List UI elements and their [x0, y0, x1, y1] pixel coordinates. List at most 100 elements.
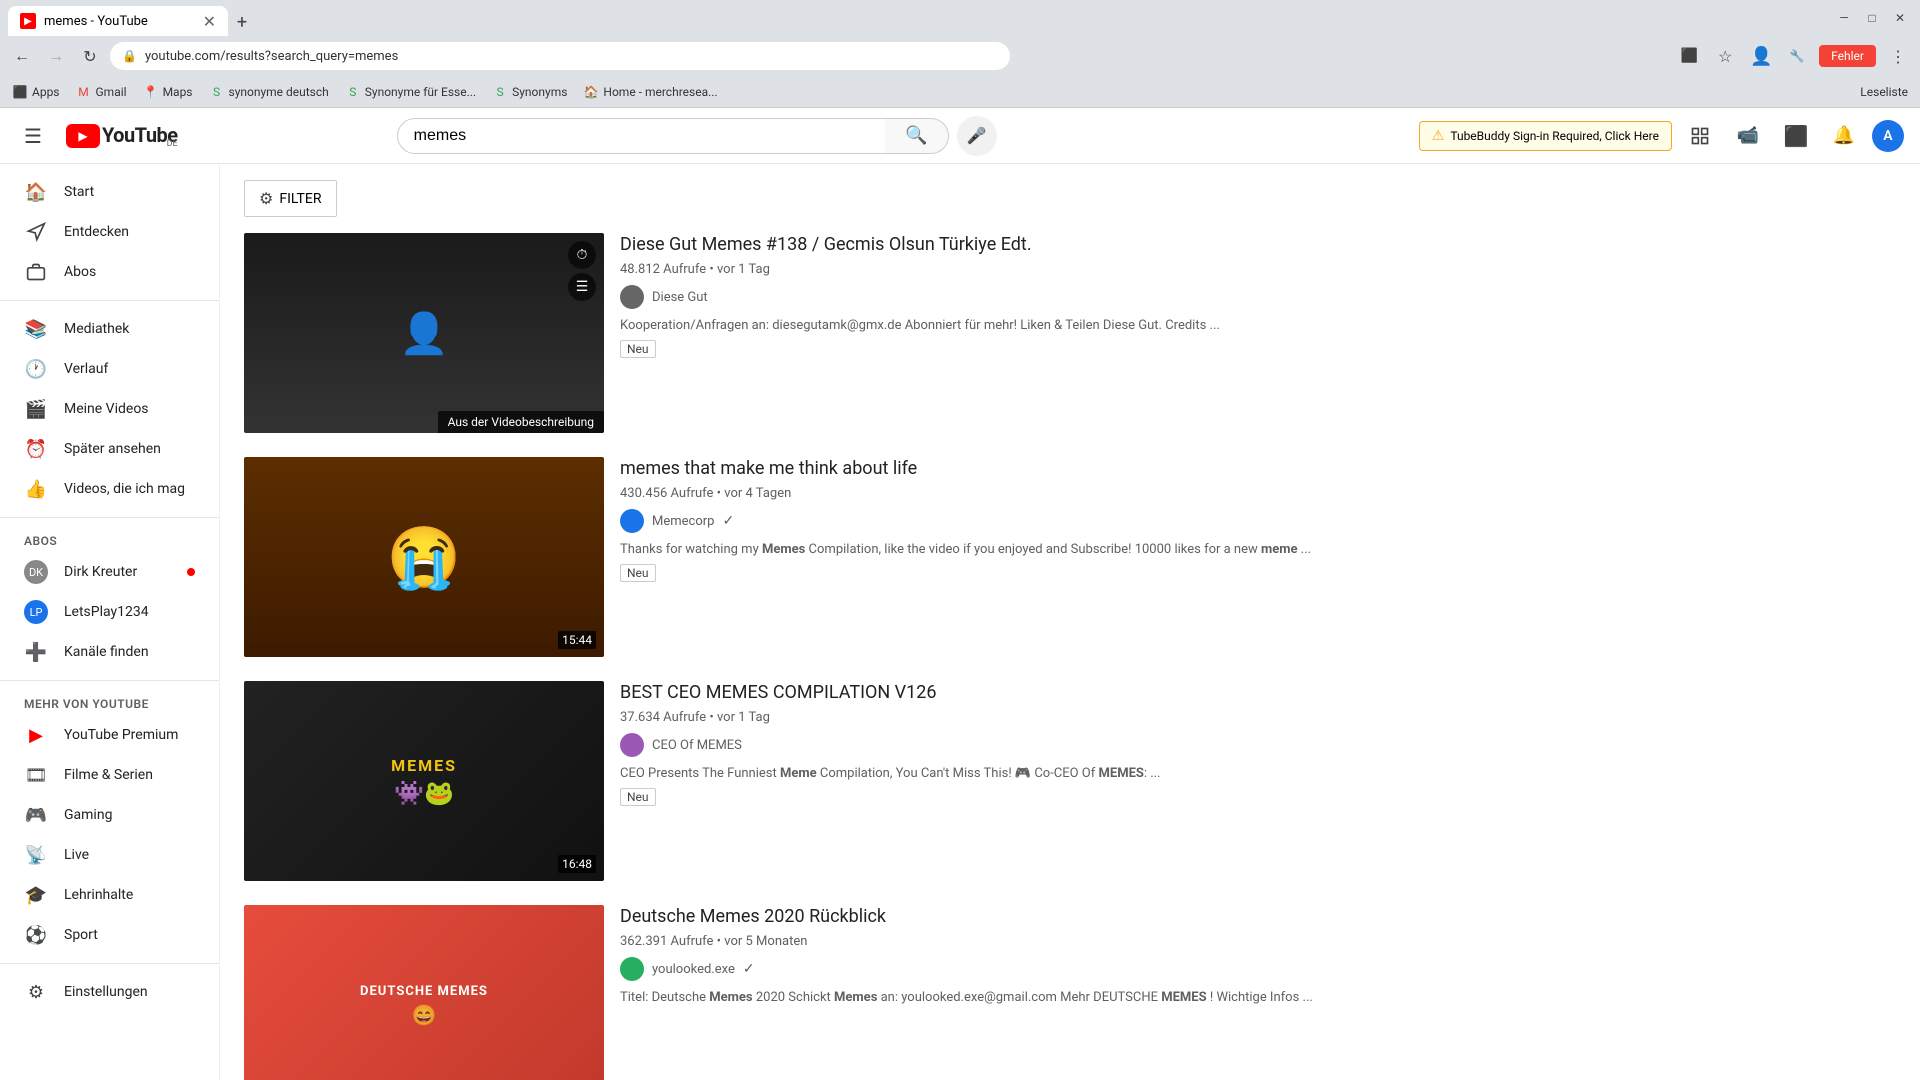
result-thumbnail-3[interactable]: MEMES 👾🐸 16:48	[244, 681, 604, 881]
verified-icon-2: ✓	[722, 513, 734, 529]
extensions-btn[interactable]: ⬛	[1675, 42, 1703, 70]
sidebar-sport-label: Sport	[64, 927, 98, 943]
profile-btn[interactable]: 👤	[1747, 42, 1775, 70]
sidebar-item-entdecken[interactable]: Entdecken	[0, 212, 219, 252]
url-bar[interactable]: 🔒 youtube.com/results?search_query=memes	[110, 42, 1010, 70]
channel-avatar-4	[620, 957, 644, 981]
result-title-4[interactable]: Deutsche Memes 2020 Rückblick	[620, 905, 1896, 928]
error-btn[interactable]: Fehler	[1819, 45, 1876, 67]
apps-icon: ⬛	[12, 84, 28, 100]
sidebar-item-liked[interactable]: 👍 Videos, die ich mag	[0, 469, 219, 509]
result-info-3: BEST CEO MEMES COMPILATION V126 37.634 A…	[620, 681, 1896, 881]
bell-icon: 🔔	[1833, 125, 1855, 146]
result-channel-4[interactable]: youlooked.exe ✓	[620, 957, 1896, 981]
bookmark-apps[interactable]: ⬛ Apps	[12, 84, 60, 100]
search-result-3: MEMES 👾🐸 16:48 BEST CEO MEMES COMPILATIO…	[244, 681, 1896, 881]
sidebar-item-spaeter[interactable]: ⏰ Später ansehen	[0, 429, 219, 469]
bookmark-maps[interactable]: 📍 Maps	[143, 84, 193, 100]
sidebar-main-section: 🏠 Start Entdecken Abos	[0, 172, 219, 292]
tudebuddy-warning-icon: ⚠	[1432, 128, 1445, 144]
new-tab-btn[interactable]: +	[228, 8, 256, 36]
result-badge-1: Neu	[620, 340, 656, 358]
sidebar-item-gaming[interactable]: 🎮 Gaming	[0, 795, 219, 835]
tudebuddy-btn[interactable]: ⚠ TubeBuddy Sign-in Required, Click Here	[1419, 121, 1672, 151]
sidebar-item-sport[interactable]: ⚽ Sport	[0, 915, 219, 955]
result-title-3[interactable]: BEST CEO MEMES COMPILATION V126	[620, 681, 1896, 704]
search-result-4: DEUTSCHE MEMES 😄 Deutsche Memes 2020 Rüc…	[244, 905, 1896, 1080]
maximize-btn[interactable]: □	[1860, 6, 1884, 30]
voice-search-btn[interactable]: 🎤	[957, 116, 997, 156]
video-camera-icon: 📹	[1737, 125, 1759, 146]
thumb-duration-3: 16:48	[558, 855, 596, 873]
result-channel-1[interactable]: Diese Gut	[620, 285, 1896, 309]
result-thumbnail-4[interactable]: DEUTSCHE MEMES 😄	[244, 905, 604, 1080]
account-avatar[interactable]: A	[1872, 120, 1904, 152]
bookmark-synonyme2[interactable]: S Synonyme für Esse...	[345, 84, 476, 100]
sidebar-subscription-letsplay[interactable]: LP LetsPlay1234	[0, 592, 219, 632]
menu-btn[interactable]: ⋮	[1884, 42, 1912, 70]
sidebar-lehrinhalte-label: Lehrinhalte	[64, 887, 133, 903]
yt-extension-btn[interactable]: 🔧	[1783, 42, 1811, 70]
result-time-4: vor 5 Monaten	[724, 934, 807, 949]
sidebar-subscription-dirk[interactable]: DK Dirk Kreuter	[0, 552, 219, 592]
vidbeschreibung-btn[interactable]: Aus der Videobeschreibung	[438, 411, 604, 433]
close-btn[interactable]: ✕	[1888, 6, 1912, 30]
bookmark-synonyms[interactable]: S Synonyms	[492, 84, 567, 100]
education-icon: 🎓	[24, 883, 48, 907]
sidebar-verlauf-label: Verlauf	[64, 361, 108, 377]
search-btn[interactable]: 🔍	[885, 118, 949, 154]
sidebar-item-yt-premium[interactable]: ▶ YouTube Premium	[0, 715, 219, 755]
sidebar-item-filme[interactable]: 🎞 Filme & Serien	[0, 755, 219, 795]
sidebar-toggle-btn[interactable]: ☰	[16, 116, 50, 156]
result-channel-3[interactable]: CEO Of MEMES	[620, 733, 1896, 757]
result-desc-3: CEO Presents The Funniest Meme Compilati…	[620, 765, 1896, 783]
filter-label: FILTER	[279, 191, 321, 207]
tab-close-btn[interactable]: ✕	[203, 12, 216, 31]
yt-logo[interactable]: YouTube DE	[66, 123, 178, 149]
bookmark-synonyme-label: synonyme deutsch	[229, 85, 329, 99]
bookmark-home[interactable]: 🏠 Home - merchresea...	[583, 84, 717, 100]
synonyme-icon: S	[209, 84, 225, 100]
bookmark-gmail[interactable]: M Gmail	[76, 84, 127, 100]
create-video-btn[interactable]: 📹	[1728, 116, 1768, 156]
sidebar-item-einstellungen[interactable]: ⚙ Einstellungen	[0, 972, 219, 1012]
letsplay-avatar: LP	[24, 600, 48, 624]
bookmark-synonyme[interactable]: S synonyme deutsch	[209, 84, 329, 100]
sidebar-item-meine-videos[interactable]: 🎬 Meine Videos	[0, 389, 219, 429]
leselist-btn[interactable]: Leseliste	[1860, 85, 1908, 99]
result-channel-2[interactable]: Memecorp ✓	[620, 509, 1896, 533]
mehr-title: MEHR VON YOUTUBE	[0, 689, 219, 715]
thumb-menu-btn-1[interactable]: ☰	[568, 273, 596, 301]
sidebar-item-lehrinhalte[interactable]: 🎓 Lehrinhalte	[0, 875, 219, 915]
sidebar-item-abos[interactable]: Abos	[0, 252, 219, 292]
yt-header-right: ⚠ TubeBuddy Sign-in Required, Click Here…	[1419, 116, 1904, 156]
minimize-btn[interactable]: —	[1832, 6, 1856, 30]
search-container: 🔍 🎤	[397, 116, 997, 156]
apps-grid-btn[interactable]: ⬛	[1776, 116, 1816, 156]
sidebar-item-live[interactable]: 📡 Live	[0, 835, 219, 875]
result-views-2: 430.456 Aufrufe	[620, 486, 713, 501]
sidebar-find-channels-btn[interactable]: ➕ Kanäle finden	[0, 632, 219, 672]
forward-btn[interactable]: →	[42, 42, 70, 70]
search-icon: 🔍	[905, 125, 927, 146]
notifications-btn[interactable]: 🔔	[1824, 116, 1864, 156]
result-title-2[interactable]: memes that make me think about life	[620, 457, 1896, 480]
sidebar-item-mediathek[interactable]: 📚 Mediathek	[0, 309, 219, 349]
leselist-label: Leseliste	[1860, 85, 1908, 99]
result-thumbnail-2[interactable]: 😭 15:44	[244, 457, 604, 657]
active-tab[interactable]: ▶ memes - YouTube ✕	[8, 6, 228, 36]
view-toggle-btn[interactable]	[1680, 116, 1720, 156]
result-desc-4: Titel: Deutsche Memes 2020 Schickt Memes…	[620, 989, 1896, 1007]
sidebar-item-verlauf[interactable]: 🕐 Verlauf	[0, 349, 219, 389]
bookmark-star-btn[interactable]: ☆	[1711, 42, 1739, 70]
sidebar-item-start[interactable]: 🏠 Start	[0, 172, 219, 212]
back-btn[interactable]: ←	[8, 42, 36, 70]
bookmark-apps-label: Apps	[32, 85, 60, 99]
reload-btn[interactable]: ↻	[76, 42, 104, 70]
search-input[interactable]	[397, 118, 885, 154]
thumb-save-btn-1[interactable]: ⏱	[568, 241, 596, 269]
result-thumbnail-1[interactable]: 👤 ⏱ ☰ Aus der Videobeschreibung	[244, 233, 604, 433]
filter-btn[interactable]: ⚙ FILTER	[244, 180, 337, 217]
bookmark-synonyms-label: Synonyms	[512, 85, 567, 99]
result-title-1[interactable]: Diese Gut Memes #138 / Gecmis Olsun Türk…	[620, 233, 1896, 256]
